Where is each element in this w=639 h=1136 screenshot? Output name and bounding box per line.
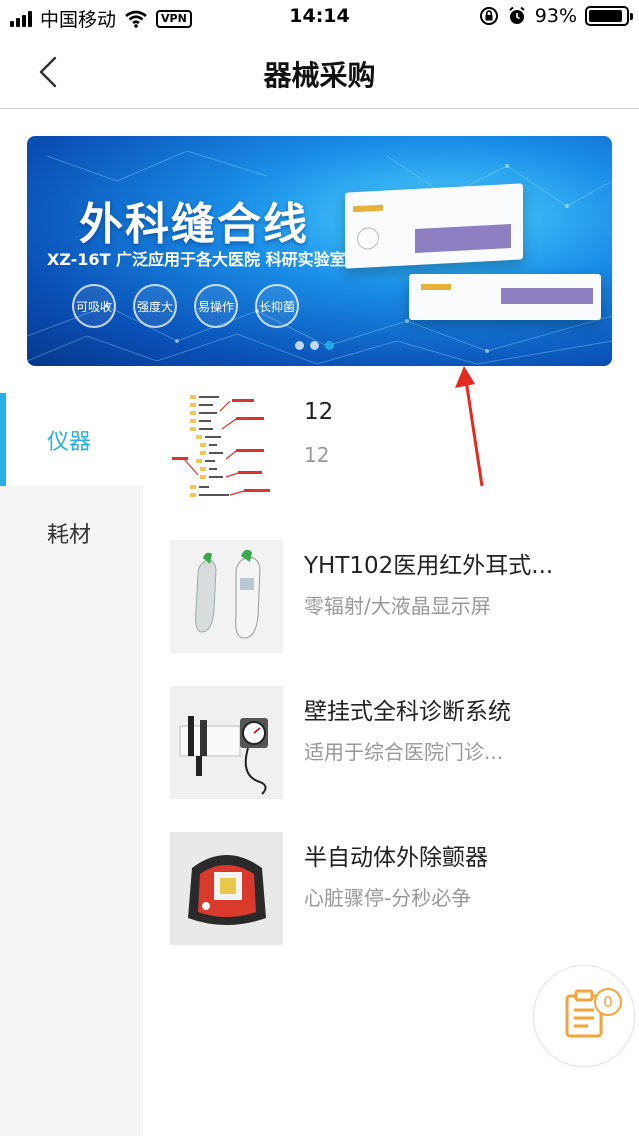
status-bar: 中国移动 VPN 14:14 93% — [0, 0, 639, 36]
product-item[interactable]: 半自动体外除颤器 心脏骤停-分秒必争 — [170, 832, 620, 945]
page-title: 器械采购 — [263, 59, 376, 92]
promo-banner[interactable]: 外科缝合线 XZ-16T 广泛应用于各大医院 科研实验室 可吸收 强度大 易操作… — [27, 136, 612, 366]
banner-subtitle: XZ-16T 广泛应用于各大医院 科研实验室 — [47, 250, 346, 269]
banner-feature-badge: 长抑菌 — [255, 284, 299, 328]
banner-title: 外科缝合线 — [79, 199, 309, 250]
product-description: 心脏骤停-分秒必争 — [304, 886, 472, 910]
ear-thermometer-image — [195, 549, 261, 639]
suture-box-image — [409, 274, 601, 320]
battery-icon — [585, 6, 633, 26]
product-description: 零辐射/大液晶显示屏 — [304, 594, 491, 618]
rotation-lock-icon — [479, 7, 498, 25]
product-name: 12 — [304, 399, 334, 425]
pagination-dot[interactable] — [295, 341, 304, 350]
product-name: 壁挂式全科诊断系统 — [304, 699, 511, 725]
sidebar-item-consumables[interactable]: 耗材 — [0, 486, 143, 579]
cart-count-badge: 0 — [594, 988, 622, 1016]
product-name: YHT102医用红外耳式... — [304, 553, 554, 579]
banner-feature-badge: 强度大 — [133, 284, 177, 328]
product-image — [170, 832, 283, 945]
product-image — [170, 393, 283, 506]
navigation-bar: 器械采购 — [0, 36, 639, 109]
banner-feature-badge: 可吸收 — [72, 284, 116, 328]
category-sidebar: 仪器 耗材 — [0, 393, 143, 1136]
product-image — [170, 686, 283, 799]
product-item[interactable]: 壁挂式全科诊断系统 适用于综合医院门诊... — [170, 686, 620, 799]
product-item[interactable]: YHT102医用红外耳式... 零辐射/大液晶显示屏 — [170, 540, 620, 653]
diagnostic-system-image — [179, 716, 268, 795]
sidebar-item-label: 耗材 — [47, 522, 92, 548]
banner-pagination — [295, 341, 334, 350]
pagination-dot-active[interactable] — [325, 341, 334, 350]
order-list-button[interactable]: 0 — [533, 965, 635, 1067]
file-tree-screenshot-image — [172, 395, 270, 497]
product-name: 半自动体外除颤器 — [304, 845, 488, 871]
aed-device-image — [188, 855, 266, 925]
banner-feature-badge: 易操作 — [194, 284, 238, 328]
suture-box-image — [345, 183, 523, 269]
sidebar-item-instruments[interactable]: 仪器 — [0, 393, 143, 486]
battery-percent: 93% — [534, 5, 577, 27]
product-image — [170, 540, 283, 653]
product-description: 12 — [304, 443, 330, 467]
product-description: 适用于综合医院门诊... — [304, 740, 504, 764]
pagination-dot[interactable] — [310, 341, 319, 350]
alarm-icon — [509, 6, 525, 24]
sidebar-item-label: 仪器 — [47, 429, 92, 455]
product-item[interactable]: 12 12 — [170, 393, 620, 506]
